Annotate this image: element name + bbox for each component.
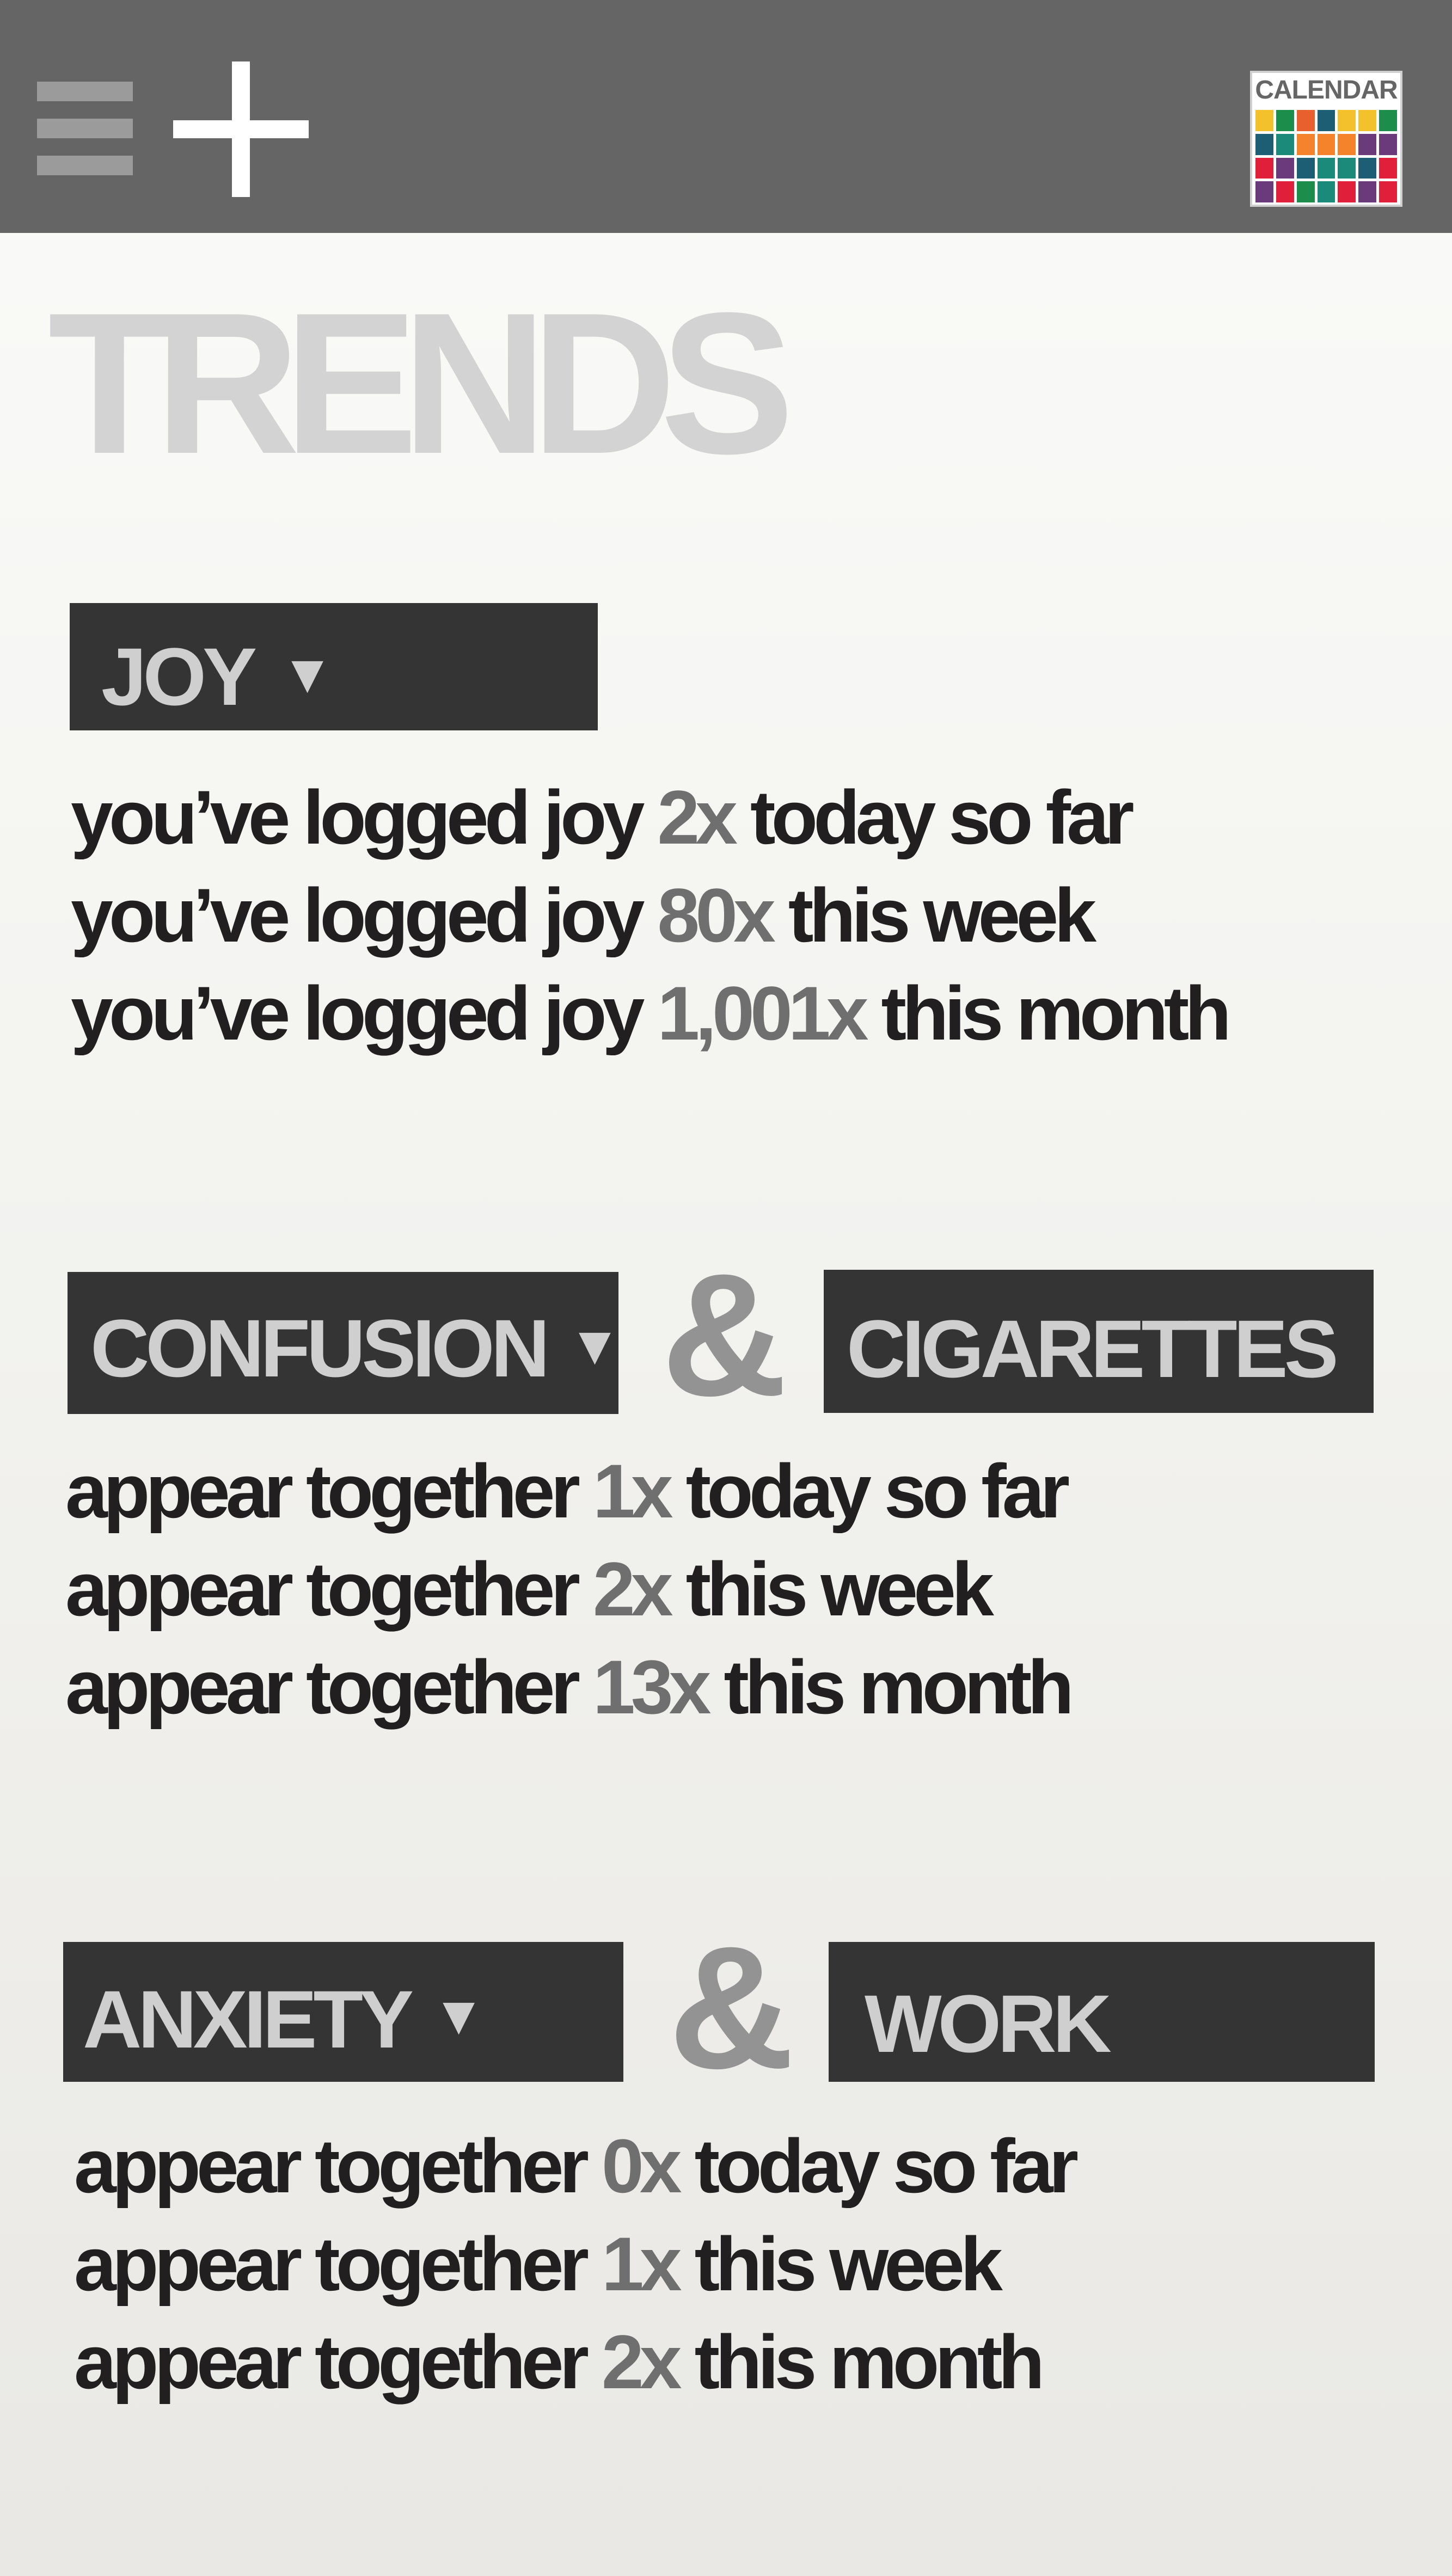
calendar-day-swatch bbox=[1276, 157, 1294, 179]
ampersand: & bbox=[661, 1237, 788, 1432]
calendar-grid-icon bbox=[1255, 110, 1397, 202]
add-entry-plus-icon[interactable] bbox=[173, 62, 309, 197]
calendar-button[interactable]: CALENDAR bbox=[1250, 71, 1402, 207]
calendar-day-swatch bbox=[1296, 181, 1315, 202]
work-tag[interactable]: WORK bbox=[829, 1942, 1375, 2082]
pair2-line-week: appear together 1x this week bbox=[74, 2221, 1003, 2307]
pair2-line-month: appear together 2x this month bbox=[74, 2319, 1045, 2405]
calendar-day-swatch bbox=[1276, 133, 1294, 155]
joy-count-month: 1,001x bbox=[657, 970, 868, 1056]
pair2-line-today: appear together 0x today so far bbox=[74, 2123, 1079, 2209]
pair2-count-week: 1x bbox=[601, 2221, 682, 2307]
calendar-day-swatch bbox=[1255, 110, 1273, 131]
pair2-count-month: 2x bbox=[601, 2319, 682, 2405]
joy-dropdown[interactable]: JOY ▼ bbox=[70, 603, 598, 730]
joy-line-month: you’ve logged joy 1,001x this month bbox=[71, 970, 1232, 1056]
ampersand: & bbox=[669, 1910, 795, 2105]
joy-count-today: 2x bbox=[657, 774, 738, 860]
calendar-day-swatch bbox=[1358, 133, 1377, 155]
work-tag-label: WORK bbox=[865, 1978, 1112, 2069]
joy-line-week: you’ve logged joy 80x this week bbox=[71, 872, 1096, 958]
anxiety-tag-label: ANXIETY bbox=[83, 1974, 414, 2065]
page-title: TRENDS bbox=[48, 271, 794, 496]
joy-tag-label: JOY bbox=[101, 631, 257, 722]
calendar-day-swatch bbox=[1338, 133, 1356, 155]
calendar-day-swatch bbox=[1276, 181, 1294, 202]
pair1-count-week: 2x bbox=[592, 1546, 673, 1632]
calendar-day-swatch bbox=[1358, 181, 1377, 202]
calendar-day-swatch bbox=[1317, 110, 1335, 131]
calendar-label: CALENDAR bbox=[1255, 76, 1398, 104]
hamburger-menu-icon[interactable] bbox=[37, 82, 133, 175]
calendar-day-swatch bbox=[1317, 157, 1335, 179]
calendar-day-swatch bbox=[1379, 110, 1397, 131]
calendar-day-swatch bbox=[1296, 110, 1315, 131]
pair2-count-today: 0x bbox=[601, 2123, 682, 2209]
calendar-day-swatch bbox=[1379, 133, 1397, 155]
calendar-day-swatch bbox=[1276, 110, 1294, 131]
calendar-day-swatch bbox=[1379, 181, 1397, 202]
calendar-day-swatch bbox=[1338, 157, 1356, 179]
calendar-day-swatch bbox=[1255, 181, 1273, 202]
cigarettes-tag[interactable]: CIGARETTES bbox=[824, 1270, 1374, 1413]
anxiety-dropdown[interactable]: ANXIETY ▼ bbox=[63, 1942, 623, 2082]
pair1-line-week: appear together 2x this week bbox=[65, 1546, 994, 1632]
calendar-day-swatch bbox=[1338, 181, 1356, 202]
pair1-line-month: appear together 13x this month bbox=[65, 1644, 1074, 1730]
dropdown-arrow-icon: ▼ bbox=[432, 1985, 486, 2046]
pair1-count-today: 1x bbox=[592, 1448, 673, 1534]
calendar-day-swatch bbox=[1255, 157, 1273, 179]
joy-count-week: 80x bbox=[657, 872, 776, 958]
joy-line-today: you’ve logged joy 2x today so far bbox=[71, 774, 1134, 860]
confusion-dropdown[interactable]: CONFUSION ▼ bbox=[68, 1272, 622, 1414]
calendar-day-swatch bbox=[1317, 181, 1335, 202]
cigarettes-tag-label: CIGARETTES bbox=[847, 1303, 1339, 1394]
calendar-day-swatch bbox=[1338, 110, 1356, 131]
calendar-day-swatch bbox=[1358, 110, 1377, 131]
calendar-day-swatch bbox=[1379, 157, 1397, 179]
dropdown-arrow-icon: ▼ bbox=[280, 643, 335, 704]
calendar-day-swatch bbox=[1317, 133, 1335, 155]
pair1-count-month: 13x bbox=[592, 1644, 712, 1730]
pair1-line-today: appear together 1x today so far bbox=[65, 1448, 1070, 1534]
dropdown-arrow-icon: ▼ bbox=[568, 1315, 622, 1376]
calendar-day-swatch bbox=[1255, 133, 1273, 155]
top-bar: CALENDAR bbox=[0, 0, 1452, 233]
calendar-day-swatch bbox=[1358, 157, 1377, 179]
calendar-day-swatch bbox=[1296, 133, 1315, 155]
confusion-tag-label: CONFUSION bbox=[90, 1302, 550, 1394]
calendar-day-swatch bbox=[1296, 157, 1315, 179]
